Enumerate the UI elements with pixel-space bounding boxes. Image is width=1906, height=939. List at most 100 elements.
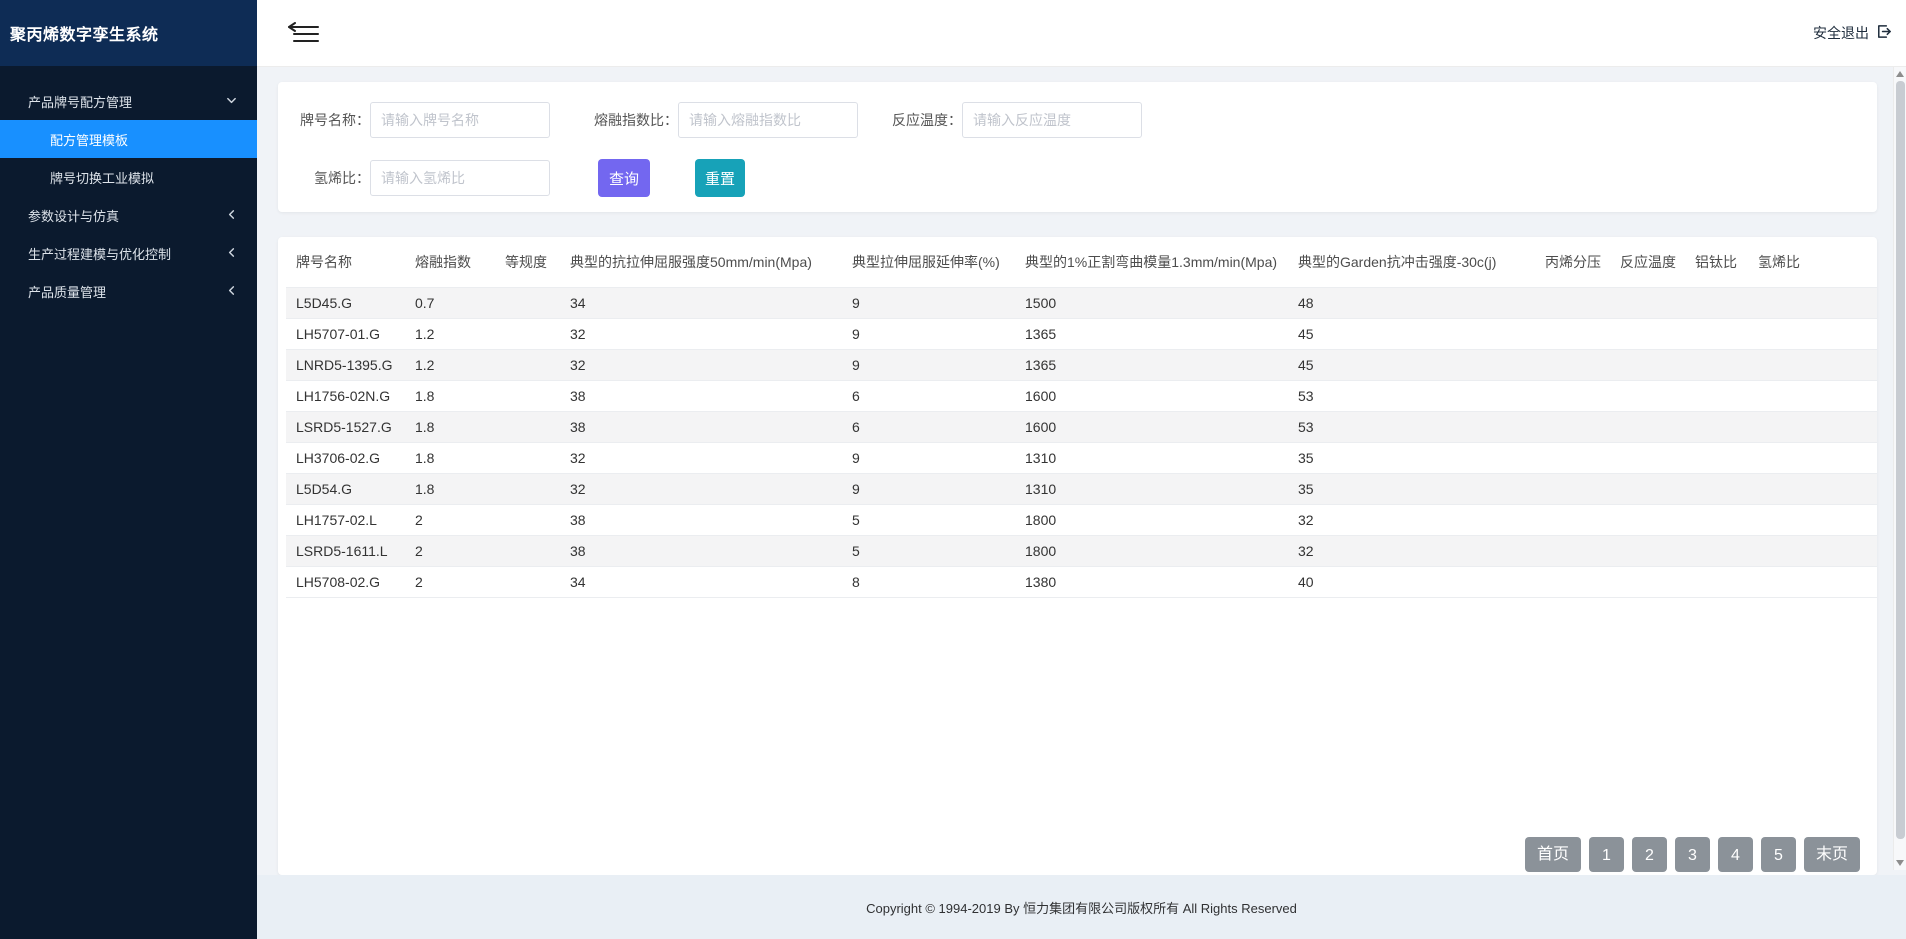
- sidebar-item-label: 产品质量管理: [28, 282, 106, 301]
- cell-grade-name: LH5708-02.G: [286, 567, 415, 598]
- cell: [505, 536, 570, 567]
- cell: [1758, 474, 1877, 505]
- table-row: LSRD5-1611.L 2 38 5 1800 32: [286, 536, 1877, 567]
- pagination-page-1[interactable]: 1: [1589, 837, 1624, 872]
- cell: 53: [1298, 381, 1545, 412]
- chevron-left-icon: [226, 208, 237, 223]
- cell: [1620, 319, 1695, 350]
- cell: [1620, 288, 1695, 319]
- sidebar-item-recipe-template[interactable]: 配方管理模板: [0, 120, 257, 158]
- cell: [1620, 412, 1695, 443]
- cell-grade-name: L5D45.G: [286, 288, 415, 319]
- cell: [1620, 443, 1695, 474]
- cell: 1800: [1025, 536, 1298, 567]
- cell-grade-name: LSRD5-1611.L: [286, 536, 415, 567]
- cell: 9: [852, 288, 1025, 319]
- sidebar-item-product-quality[interactable]: 产品质量管理: [0, 272, 257, 310]
- logout-button[interactable]: 安全退出: [1813, 0, 1892, 66]
- cell: 40: [1298, 567, 1545, 598]
- cell: [505, 288, 570, 319]
- cell: [1758, 319, 1877, 350]
- cell-grade-name: LH5707-01.G: [286, 319, 415, 350]
- reset-button[interactable]: 重置: [695, 159, 745, 197]
- cell: [1620, 536, 1695, 567]
- cell: 32: [1298, 505, 1545, 536]
- cell: [1758, 505, 1877, 536]
- cell: 1.8: [415, 474, 505, 505]
- cell: [1758, 288, 1877, 319]
- search-panel: 牌号名称： 熔融指数比： 反应温度： 氢烯比： 查询 重置: [278, 82, 1877, 212]
- app-window: 聚丙烯数字孪生系统 产品牌号配方管理 配方管理模板 牌号切换工业模拟 参数设计与…: [0, 0, 1906, 939]
- cell: 1500: [1025, 288, 1298, 319]
- cell: 38: [570, 505, 852, 536]
- cell: [1545, 443, 1620, 474]
- cell: [1545, 474, 1620, 505]
- hydrogen-olefin-ratio-input[interactable]: [370, 160, 550, 196]
- cell: [505, 412, 570, 443]
- cell: [1695, 505, 1758, 536]
- scroll-down-arrow-icon[interactable]: [1896, 860, 1904, 866]
- footer: Copyright © 1994-2019 By 恒力集团有限公司版权所有 Al…: [257, 875, 1906, 939]
- recipe-table: 牌号名称 熔融指数 等规度 典型的抗拉伸屈服强度50mm/min(Mpa) 典型…: [286, 237, 1877, 598]
- sidebar-item-process-modeling[interactable]: 生产过程建模与优化控制: [0, 234, 257, 272]
- pagination-page-5[interactable]: 5: [1761, 837, 1796, 872]
- cell: 32: [570, 350, 852, 381]
- query-button[interactable]: 查询: [598, 159, 650, 197]
- cell: [1620, 474, 1695, 505]
- cell: 38: [570, 381, 852, 412]
- cell: [1545, 536, 1620, 567]
- cell-grade-name: LH1757-02.L: [286, 505, 415, 536]
- sidebar-toggle-icon[interactable]: [285, 22, 321, 49]
- search-row-1: 牌号名称： 熔融指数比： 反应温度：: [298, 102, 1142, 138]
- column-header: 等规度: [505, 237, 570, 288]
- vertical-scrollbar[interactable]: [1893, 67, 1906, 870]
- main-content: 牌号名称： 熔融指数比： 反应温度： 氢烯比： 查询 重置: [257, 67, 1906, 939]
- table-row: LH1756-02N.G 1.8 38 6 1600 53: [286, 381, 1877, 412]
- sidebar-item-label: 产品牌号配方管理: [28, 92, 132, 111]
- sidebar-item-parameter-design[interactable]: 参数设计与仿真: [0, 196, 257, 234]
- sidebar-item-product-grade-recipe[interactable]: 产品牌号配方管理: [0, 82, 257, 120]
- cell: [1695, 412, 1758, 443]
- pagination-last-button[interactable]: 末页: [1804, 837, 1860, 872]
- cell: [505, 319, 570, 350]
- pagination-page-3[interactable]: 3: [1675, 837, 1710, 872]
- copyright-text: Copyright © 1994-2019 By 恒力集团有限公司版权所有 Al…: [866, 898, 1297, 917]
- hydrogen-olefin-ratio-label: 氢烯比：: [298, 168, 370, 188]
- topbar: 安全退出: [257, 0, 1906, 67]
- table-row: LH5708-02.G 2 34 8 1380 40: [286, 567, 1877, 598]
- column-header: 牌号名称: [286, 237, 415, 288]
- pagination-first-button[interactable]: 首页: [1525, 837, 1581, 872]
- column-header: 铝钛比: [1695, 237, 1758, 288]
- cell: [1620, 567, 1695, 598]
- logout-icon: [1875, 23, 1892, 43]
- chevron-left-icon: [226, 246, 237, 261]
- cell: 9: [852, 443, 1025, 474]
- cell: 1600: [1025, 381, 1298, 412]
- table-row: LH5707-01.G 1.2 32 9 1365 45: [286, 319, 1877, 350]
- cell: 45: [1298, 350, 1545, 381]
- cell: [505, 567, 570, 598]
- scrollbar-thumb[interactable]: [1896, 81, 1905, 839]
- cell: [1758, 536, 1877, 567]
- reaction-temperature-input[interactable]: [962, 102, 1142, 138]
- table-header: 牌号名称 熔融指数 等规度 典型的抗拉伸屈服强度50mm/min(Mpa) 典型…: [286, 237, 1877, 288]
- pagination: 首页 1 2 3 4 5 末页: [1525, 837, 1860, 872]
- cell: 1310: [1025, 474, 1298, 505]
- cell-grade-name: LSRD5-1527.G: [286, 412, 415, 443]
- melt-index-ratio-input[interactable]: [678, 102, 858, 138]
- cell: [1758, 381, 1877, 412]
- pagination-page-2[interactable]: 2: [1632, 837, 1667, 872]
- sidebar-item-grade-switch-simulation[interactable]: 牌号切换工业模拟: [0, 158, 257, 196]
- cell: [505, 350, 570, 381]
- cell: 1365: [1025, 350, 1298, 381]
- sidebar-nav: 产品牌号配方管理 配方管理模板 牌号切换工业模拟 参数设计与仿真 生产过程建模与…: [0, 66, 257, 310]
- cell: 9: [852, 474, 1025, 505]
- pagination-page-4[interactable]: 4: [1718, 837, 1753, 872]
- cell: 1.8: [415, 381, 505, 412]
- cell: [1695, 443, 1758, 474]
- table-header-row: 牌号名称 熔融指数 等规度 典型的抗拉伸屈服强度50mm/min(Mpa) 典型…: [286, 237, 1877, 288]
- grade-name-input[interactable]: [370, 102, 550, 138]
- scroll-up-arrow-icon[interactable]: [1896, 71, 1904, 77]
- cell: [1545, 412, 1620, 443]
- cell: 34: [570, 567, 852, 598]
